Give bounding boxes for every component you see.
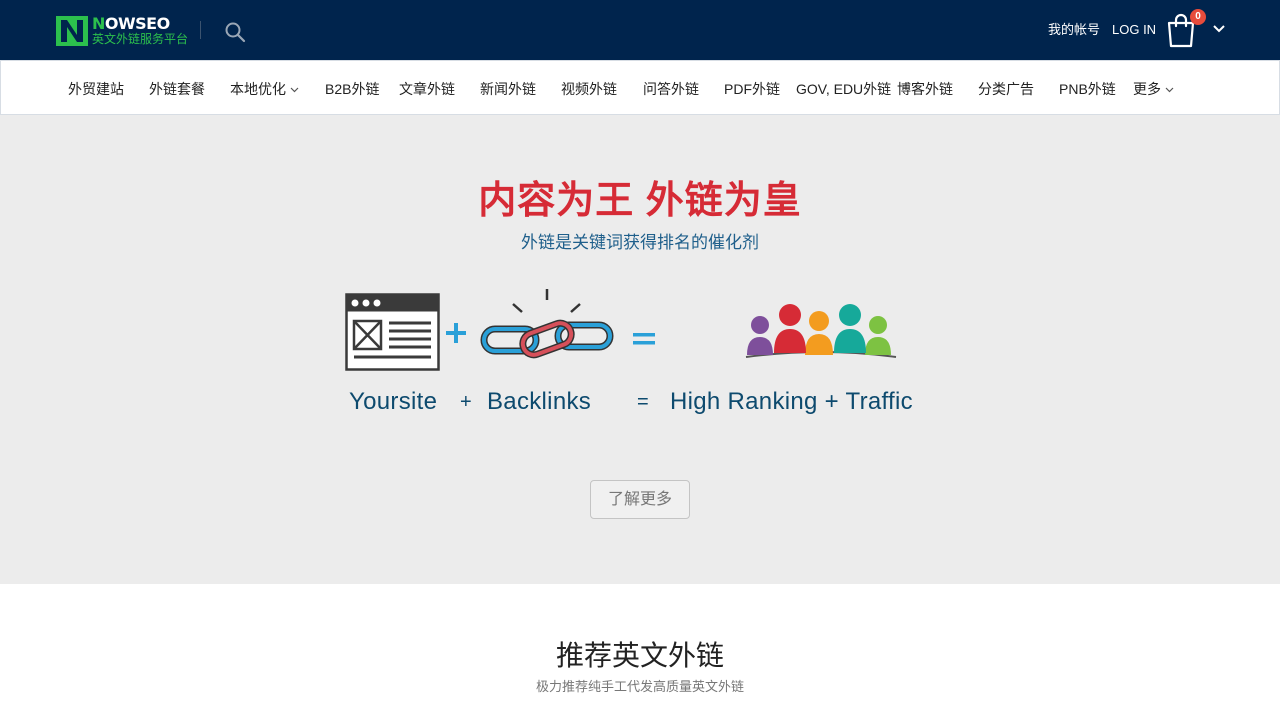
main-navigation: 外贸建站 外链套餐 本地优化 B2B外链 文章外链 新闻外链 视频外链 问答外链…: [0, 60, 1280, 115]
caption-result: High Ranking + Traffic: [670, 388, 913, 415]
chevron-down-icon: [1165, 87, 1174, 93]
nav-item-pdf-backlinks[interactable]: PDF外链: [724, 80, 780, 98]
nav-item-blog-backlinks[interactable]: 博客外链: [897, 80, 953, 98]
equals-icon: [633, 333, 655, 345]
nav-item-gov-edu-backlinks[interactable]: GOV, EDU外链: [796, 80, 891, 98]
nav-item-news-backlinks[interactable]: 新闻外链: [480, 80, 536, 98]
chevron-down-icon[interactable]: [1213, 24, 1225, 34]
nav-item-website-building[interactable]: 外贸建站: [68, 80, 124, 98]
site-logo[interactable]: NOWSEO 英文外链服务平台: [56, 14, 189, 46]
section-subtitle: 极力推荐纯手工代发高质量英文外链: [535, 679, 744, 694]
logo-wordmark: NOWSEO: [92, 14, 170, 33]
hero-banner: 内容为王 外链为皇 外链是关键词获得排名的催化剂 Yoursite + Back…: [0, 115, 1280, 584]
caption-backlinks: Backlinks: [487, 388, 592, 415]
caption-plus: +: [460, 391, 472, 413]
logo-mark-icon: [56, 16, 88, 46]
hero-subtitle: 外链是关键词获得排名的催化剂: [521, 233, 759, 252]
search-icon[interactable]: [224, 21, 246, 43]
plus-icon: [446, 323, 466, 343]
website-icon: [345, 293, 440, 371]
chain-link-icon: [480, 289, 614, 359]
traffic-people-icon: [745, 304, 897, 358]
cart-count-badge: 0: [1190, 9, 1206, 25]
nav-item-video-backlinks[interactable]: 视频外链: [561, 80, 617, 98]
learn-more-button[interactable]: 了解更多: [590, 480, 690, 519]
nav-item-article-backlinks[interactable]: 文章外链: [399, 80, 455, 98]
logo-tagline: 英文外链服务平台: [92, 32, 189, 46]
login-link[interactable]: LOG IN: [1112, 22, 1156, 38]
nav-item-more[interactable]: 更多: [1133, 80, 1174, 98]
nav-item-pnb-backlinks[interactable]: PNB外链: [1059, 80, 1116, 98]
caption-equals: =: [637, 391, 649, 413]
my-account-link[interactable]: 我的帐号: [1048, 22, 1100, 38]
section-title: 推荐英文外链: [555, 640, 724, 671]
nav-item-backlink-packages[interactable]: 外链套餐: [149, 80, 205, 98]
nav-item-b2b-backlinks[interactable]: B2B外链: [325, 80, 379, 98]
header-divider: [200, 21, 201, 39]
caption-yoursite: Yoursite: [349, 388, 438, 415]
top-header: NOWSEO 英文外链服务平台 我的帐号 LOG IN 0: [0, 0, 1280, 60]
hero-title: 内容为王 外链为皇: [478, 180, 802, 222]
nav-item-qa-backlinks[interactable]: 问答外链: [643, 80, 699, 98]
chevron-down-icon: [290, 87, 299, 93]
nav-item-local-seo[interactable]: 本地优化: [230, 80, 299, 98]
nav-item-classified-ads[interactable]: 分类广告: [978, 80, 1034, 98]
